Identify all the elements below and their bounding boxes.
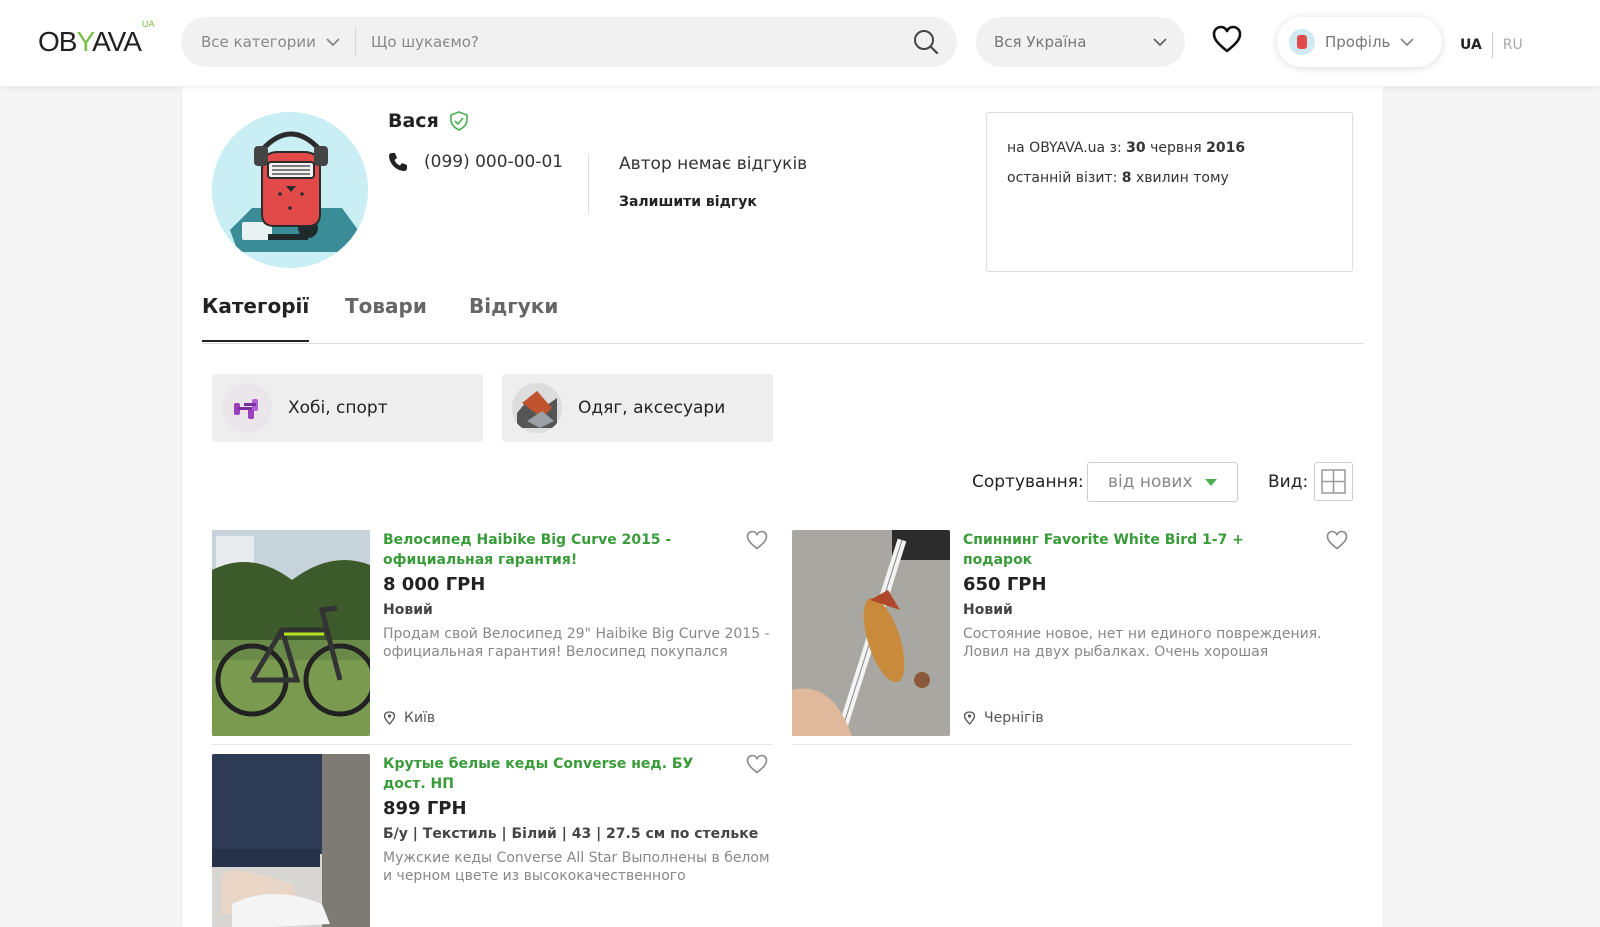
- listing-price: 899 ГРН: [383, 798, 467, 819]
- listing-location: Київ: [383, 710, 435, 726]
- chevron-down-icon: [326, 37, 340, 46]
- site-logo[interactable]: OBYAVAUA: [38, 19, 154, 58]
- bicycle-photo: [212, 530, 370, 736]
- listing-item[interactable]: Крутые белые кеды Converse нед. БУ дост.…: [212, 754, 772, 927]
- seller-phone[interactable]: (099) 000-00-01: [388, 152, 563, 172]
- lang-divider: [1491, 32, 1493, 58]
- tab-reviews[interactable]: Відгуки: [469, 294, 558, 340]
- logo-text-y: Y: [76, 26, 93, 57]
- listing-thumbnail[interactable]: [212, 530, 370, 736]
- last-visit: останній візит: 8 хвилин тому: [1007, 170, 1229, 186]
- category-card-hobby-sport[interactable]: Хобі, спорт: [212, 374, 483, 442]
- listing-price: 8 000 ГРН: [383, 574, 486, 595]
- listing-condition: Б/у | Текстиль | Білий | 43 | 27.5 см по…: [383, 826, 759, 842]
- profile-label: Профіль: [1325, 33, 1391, 51]
- seller-tabs: Категорії Товари Відгуки: [202, 276, 1363, 344]
- favorite-heart-icon[interactable]: [1326, 530, 1348, 550]
- seller-name-text: Вася: [388, 110, 439, 132]
- listing-condition: Новий: [963, 602, 1013, 618]
- listing-location: Чернігів: [963, 710, 1044, 726]
- grid-view-button[interactable]: [1314, 462, 1353, 501]
- search-icon[interactable]: [913, 29, 939, 55]
- listing-thumbnail[interactable]: [212, 754, 370, 927]
- language-switcher: UA RU: [1460, 32, 1523, 58]
- sort-label: Сортування:: [972, 472, 1084, 492]
- leave-review-link[interactable]: Залишити відгук: [619, 194, 757, 210]
- clothing-icon: [512, 383, 562, 433]
- profile-button[interactable]: Профіль: [1277, 17, 1442, 67]
- listing-price: 650 ГРН: [963, 574, 1047, 595]
- seller-info-box: на OBYAVA.ua з: 30 червня 2016 останній …: [986, 112, 1353, 272]
- sort-select[interactable]: від нових: [1087, 462, 1238, 502]
- region-select[interactable]: Вся Україна: [976, 17, 1185, 67]
- search-bar: Все категории: [181, 17, 957, 67]
- top-header: OBYAVAUA Все категории Вся Україна Профі…: [0, 0, 1600, 86]
- category-select-label: Все категории: [201, 33, 316, 51]
- category-thumb-clothing: [512, 383, 562, 433]
- location-pin-icon: [963, 711, 976, 725]
- listing-item[interactable]: Спиннинг Favorite White Bird 1-7 + подар…: [792, 530, 1352, 745]
- sort-value: від нових: [1108, 472, 1193, 492]
- category-label: Одяг, аксесуари: [578, 398, 726, 418]
- favorites-heart-icon[interactable]: [1212, 25, 1242, 53]
- listing-description: Мужские кеды Converse All Star Выполнены…: [383, 850, 770, 884]
- sneakers-photo: [212, 754, 370, 927]
- grid-icon: [1321, 469, 1346, 494]
- logo-text-part1: OB: [38, 26, 77, 57]
- reviews-status: Автор немає відгуків: [619, 154, 808, 174]
- region-select-label: Вся Україна: [994, 33, 1087, 51]
- phone-number: (099) 000-00-01: [424, 152, 564, 172]
- listing-description: Состояние новое, нет ни единого поврежде…: [963, 626, 1322, 660]
- listing-location-text: Чернігів: [984, 710, 1044, 726]
- tab-products[interactable]: Товари: [345, 294, 427, 340]
- listing-location-text: Київ: [404, 710, 436, 726]
- category-thumb-hobby: [222, 383, 272, 433]
- listing-description: Продам свой Велосипед 29" Haibike Big Cu…: [383, 626, 770, 660]
- listing-title[interactable]: Велосипед Haibike Big Curve 2015 - офици…: [383, 530, 723, 570]
- search-divider: [355, 27, 356, 57]
- lang-ru[interactable]: RU: [1503, 37, 1523, 53]
- tab-categories[interactable]: Категорії: [202, 294, 310, 342]
- listing-title[interactable]: Спиннинг Favorite White Bird 1-7 + подар…: [963, 530, 1303, 570]
- listing-title[interactable]: Крутые белые кеды Converse нед. БУ дост.…: [383, 754, 723, 794]
- fishing-rod-photo: [792, 530, 950, 736]
- seller-name: Вася: [388, 110, 469, 132]
- search-input[interactable]: [371, 17, 891, 67]
- favorite-heart-icon[interactable]: [746, 754, 768, 774]
- profile-avatar: [1289, 29, 1315, 55]
- category-label: Хобі, спорт: [288, 398, 388, 418]
- seller-page: Вася (099) 000-00-01 Автор немає відгукі…: [182, 86, 1383, 927]
- chevron-down-icon: [1153, 37, 1167, 46]
- listing-thumbnail[interactable]: [792, 530, 950, 736]
- caret-down-icon: [1205, 478, 1217, 486]
- logo-text-part2: AVA: [92, 26, 142, 57]
- location-pin-icon: [383, 711, 396, 725]
- member-since: на OBYAVA.ua з: 30 червня 2016: [1007, 140, 1246, 156]
- listing-item[interactable]: Велосипед Haibike Big Curve 2015 - офици…: [212, 530, 772, 745]
- category-card-clothing[interactable]: Одяг, аксесуари: [502, 374, 773, 442]
- logo-sup: UA: [141, 18, 155, 29]
- favorite-heart-icon[interactable]: [746, 530, 768, 550]
- lang-ua[interactable]: UA: [1460, 37, 1482, 53]
- verified-shield-icon: [449, 111, 468, 131]
- dumbbells-icon: [222, 383, 272, 433]
- view-label: Вид:: [1268, 472, 1309, 492]
- listing-condition: Новий: [383, 602, 433, 618]
- seller-avatar: [212, 112, 368, 268]
- chevron-down-icon: [1400, 37, 1415, 46]
- profile-divider: [588, 154, 589, 214]
- category-select[interactable]: Все категории: [201, 17, 340, 67]
- dj-mascot-image: [212, 112, 368, 268]
- phone-icon: [389, 153, 407, 171]
